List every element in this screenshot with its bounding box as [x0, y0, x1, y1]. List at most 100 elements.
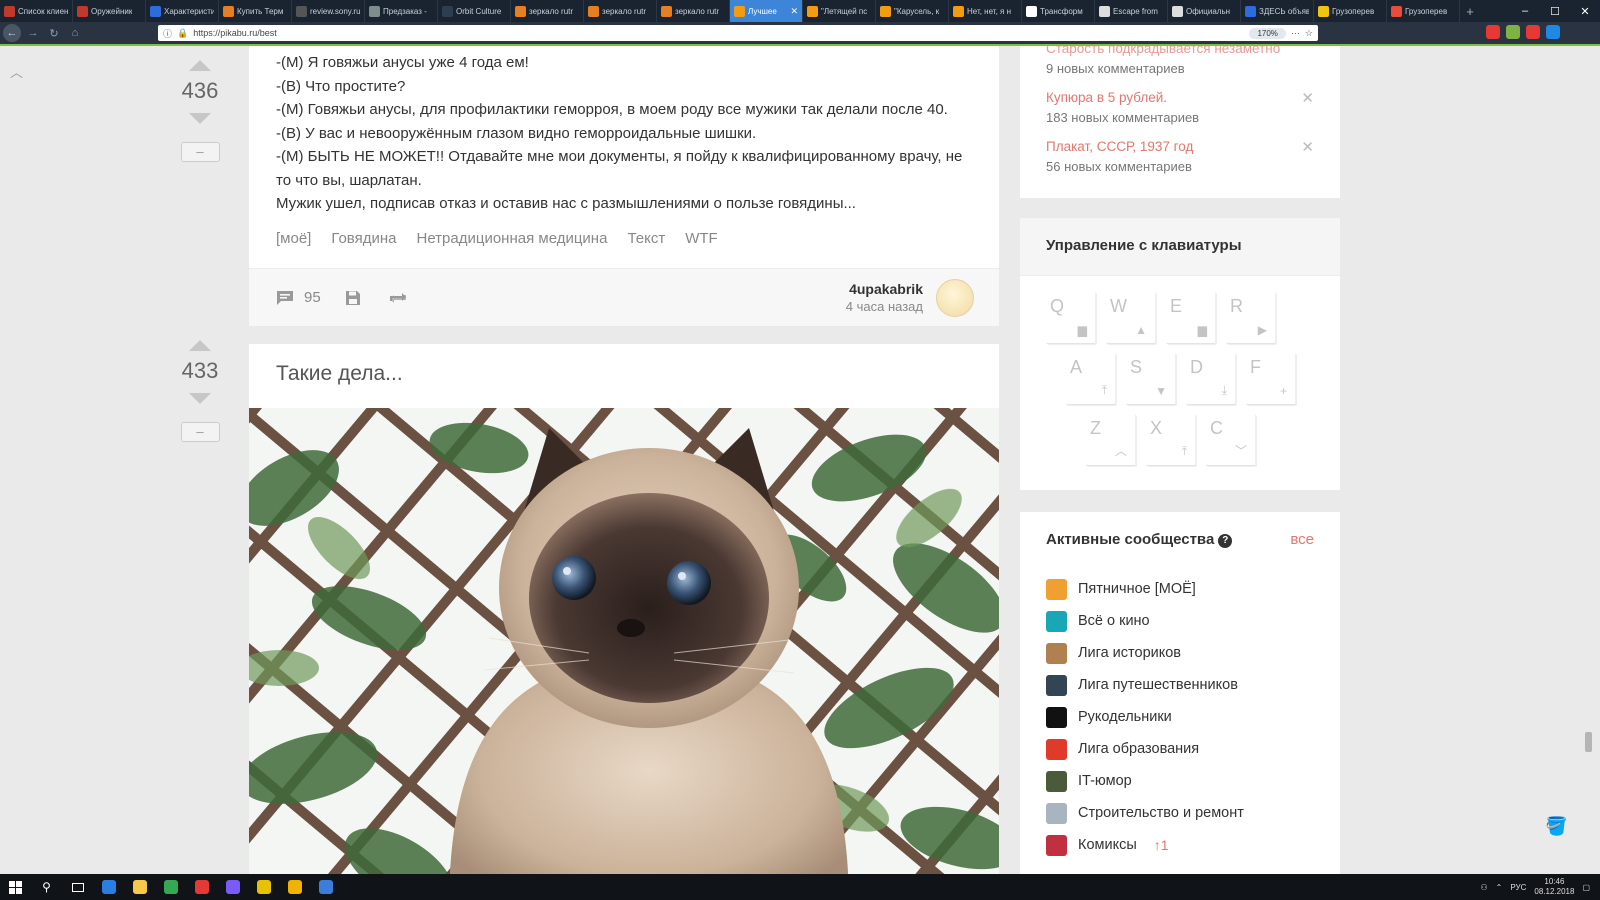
info-icon[interactable]: ⓘ	[163, 27, 172, 40]
address-bar[interactable]: ⓘ 🔒 https://pikabu.ru/best 170% ⋯ ☆	[158, 25, 1318, 41]
browser-tab[interactable]: Оружейник	[73, 0, 146, 22]
upvote-arrow-icon[interactable]	[189, 60, 211, 71]
collapse-post-button[interactable]: –	[180, 142, 220, 162]
keyboard-key[interactable]: Z ︿	[1086, 414, 1136, 466]
browser-tab[interactable]: Список клиен	[0, 0, 73, 22]
community-item[interactable]: Лига историков	[1046, 642, 1181, 664]
browser-tab[interactable]: ЗДЕСЬ объяв	[1241, 0, 1314, 22]
close-window-button[interactable]: ✕	[1570, 0, 1600, 22]
browser-tab[interactable]: Нет, нет, я н	[949, 0, 1022, 22]
browser-tab[interactable]: "Карусель, к	[876, 0, 949, 22]
community-name[interactable]: Строительство и ремонт	[1078, 805, 1244, 821]
collapse-post-button[interactable]: –	[180, 422, 220, 442]
paint-bucket-icon[interactable]: 🪣	[1545, 816, 1567, 837]
downvote-arrow-icon[interactable]	[189, 393, 211, 404]
taskbar-app-icon[interactable]	[217, 874, 248, 900]
community-item[interactable]: Комиксы ↑1	[1046, 834, 1169, 856]
taskbar-app-icon[interactable]	[279, 874, 310, 900]
comments-count[interactable]: 95	[304, 289, 321, 306]
extension-icon[interactable]	[1546, 25, 1560, 39]
keyboard-key[interactable]: E ▆	[1166, 292, 1216, 344]
keyboard-key[interactable]: X ⤒	[1146, 414, 1196, 466]
hot-post-item[interactable]: Плакат, СССР, 1937 год 56 новых коммента…	[1020, 138, 1340, 174]
share-icon[interactable]	[387, 291, 409, 305]
all-communities-link[interactable]: все	[1290, 531, 1314, 548]
hot-post-title[interactable]: Купюра в 5 рублей.	[1046, 89, 1314, 106]
language-indicator[interactable]: РУС	[1510, 883, 1526, 892]
upvote-arrow-icon[interactable]	[189, 340, 211, 351]
save-icon[interactable]	[345, 290, 361, 306]
tag-link[interactable]: WTF	[685, 230, 717, 247]
forward-arrow-icon[interactable]: →	[24, 24, 42, 42]
browser-tab[interactable]: "Летящей пс	[803, 0, 876, 22]
keyboard-key[interactable]: A ⤒	[1066, 353, 1116, 405]
tag-link[interactable]: [моё]	[276, 230, 311, 247]
browser-tab[interactable]: зеркало rutr	[657, 0, 730, 22]
help-icon[interactable]: ?	[1218, 534, 1233, 548]
back-arrow-icon[interactable]: ←	[3, 24, 21, 42]
community-name[interactable]: Рукодельники	[1078, 709, 1172, 725]
community-item[interactable]: Всё о кино	[1046, 610, 1150, 632]
bookmark-star-icon[interactable]: ☆	[1305, 28, 1313, 39]
community-name[interactable]: Пятничное [МОЁ]	[1078, 581, 1196, 597]
close-icon[interactable]: ✕	[1301, 138, 1314, 156]
keyboard-key[interactable]: F +	[1246, 353, 1296, 405]
taskbar-app-icon[interactable]	[93, 874, 124, 900]
community-name[interactable]: Лига историков	[1078, 645, 1181, 661]
comment-icon[interactable]	[276, 290, 294, 306]
hot-post-title[interactable]: Плакат, СССР, 1937 год	[1046, 138, 1314, 155]
community-name[interactable]: Всё о кино	[1078, 613, 1150, 629]
task-view-icon[interactable]	[62, 874, 93, 900]
opera-icon[interactable]	[1526, 25, 1540, 39]
search-icon[interactable]: ⚲	[31, 874, 62, 900]
community-name[interactable]: Лига образования	[1078, 741, 1199, 757]
notifications-icon[interactable]: ▢	[1582, 883, 1590, 892]
community-name[interactable]: Комиксы	[1078, 837, 1137, 853]
browser-tab[interactable]: Предзаказ -	[365, 0, 438, 22]
keyboard-key[interactable]: W ▲	[1106, 292, 1156, 344]
community-item[interactable]: Рукодельники	[1046, 706, 1172, 728]
taskbar-app-icon[interactable]	[124, 874, 155, 900]
taskbar-app-icon[interactable]	[155, 874, 186, 900]
new-tab-button[interactable]: +	[1460, 0, 1480, 22]
tag-link[interactable]: Говядина	[331, 230, 396, 247]
community-item[interactable]: Строительство и ремонт	[1046, 802, 1244, 824]
keyboard-key[interactable]: R ▶	[1226, 292, 1276, 344]
post-title[interactable]: Такие дела...	[249, 344, 999, 386]
community-item[interactable]: IT-юмор	[1046, 770, 1132, 792]
browser-tab[interactable]: зеркало rutr	[511, 0, 584, 22]
browser-tab[interactable]: review.sony.ru/T	[292, 0, 365, 22]
zoom-level[interactable]: 170%	[1249, 27, 1286, 39]
hot-post-item[interactable]: Купюра в 5 рублей. 183 новых комментарие…	[1020, 89, 1340, 125]
keyboard-key[interactable]: D ⤓	[1186, 353, 1236, 405]
browser-tab[interactable]: Orbit Culture	[438, 0, 511, 22]
tag-link[interactable]: Текст	[627, 230, 665, 247]
community-item[interactable]: Лига образования	[1046, 738, 1199, 760]
home-icon[interactable]: ⌂	[66, 24, 84, 42]
hot-post-title[interactable]: Старость подкрадывается незаметно	[1046, 46, 1314, 57]
community-name[interactable]: IT-юмор	[1078, 773, 1132, 789]
keyboard-key[interactable]: C ﹀	[1206, 414, 1256, 466]
cat-photo[interactable]	[249, 408, 999, 874]
start-button[interactable]	[0, 874, 31, 900]
community-item[interactable]: Пятничное [МОЁ]	[1046, 578, 1196, 600]
community-item[interactable]: Лига путешественников	[1046, 674, 1238, 696]
browser-tab[interactable]: Трансформ	[1022, 0, 1095, 22]
taskbar-app-icon[interactable]	[248, 874, 279, 900]
reload-icon[interactable]: ↻	[45, 24, 63, 42]
browser-tab[interactable]: Грузоперев	[1314, 0, 1387, 22]
keyboard-key[interactable]: S ▼	[1126, 353, 1176, 405]
author-name[interactable]: 4upakabrik	[846, 281, 923, 297]
close-icon[interactable]: ✕	[1301, 89, 1314, 107]
adblock-icon[interactable]	[1486, 25, 1500, 39]
browser-tab[interactable]: Грузоперев	[1387, 0, 1460, 22]
scroll-to-top-icon[interactable]: ︿	[10, 62, 23, 81]
url-text[interactable]: https://pikabu.ru/best	[193, 28, 277, 38]
downvote-arrow-icon[interactable]	[189, 113, 211, 124]
avatar[interactable]	[936, 279, 974, 317]
minimize-button[interactable]: –	[1510, 0, 1540, 22]
browser-tab[interactable]: Официальн	[1168, 0, 1241, 22]
browser-tab[interactable]: зеркало rutr	[584, 0, 657, 22]
browser-tab[interactable]: Купить Терм	[219, 0, 292, 22]
taskbar-app-icon[interactable]	[310, 874, 341, 900]
